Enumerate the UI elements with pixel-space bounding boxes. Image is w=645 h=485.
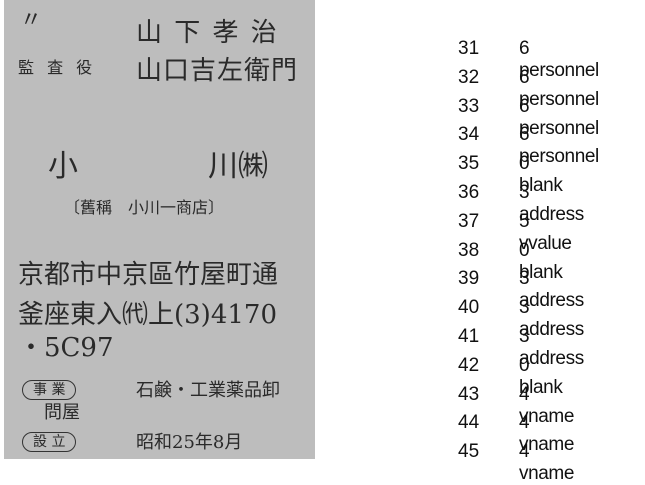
line-index: 45 <box>458 441 480 463</box>
line-index: 35 <box>458 153 480 175</box>
line-index: 41 <box>458 325 480 347</box>
address-line: 釜座東入㈹上(3)4170 <box>18 300 277 330</box>
address-line: ・5C97 <box>18 333 114 363</box>
line-index: 42 <box>458 354 480 376</box>
line-index: 31 <box>458 38 480 59</box>
line-index: 33 <box>458 95 480 117</box>
line-index: 43 <box>458 383 480 405</box>
line-index: 39 <box>458 268 480 290</box>
personnel-name: 山 下 孝 治 <box>136 18 279 48</box>
company-name-right: 川㈱ <box>208 149 268 184</box>
scanned-document-image: 〃 山 下 孝 治 監 査 役 山口吉左衛門 小 川㈱ 〔舊稱 小川一商店〕 京… <box>4 0 315 459</box>
line-index: 44 <box>458 412 480 434</box>
line-index: 36 <box>458 181 480 203</box>
line-index: 32 <box>458 66 480 88</box>
company-former-name: 〔舊稱 小川一商店〕 <box>64 198 225 217</box>
personnel-name: 山口吉左衛門 <box>136 56 299 86</box>
established-value: 昭和25年8月 <box>136 432 243 453</box>
line-label: 4 vname <box>519 441 575 485</box>
line-index: 38 <box>458 239 480 261</box>
established-tag: 設 立 <box>22 432 77 452</box>
address-line: 京都市中京區竹屋町通 <box>18 260 279 290</box>
business-tag: 事 業 <box>22 380 77 400</box>
line-index: 40 <box>458 297 480 319</box>
business-value-continuation: 問屋 <box>44 402 80 423</box>
line-index: 34 <box>458 124 480 146</box>
company-name-left: 小 <box>48 149 78 184</box>
business-value: 石鹸・工業薬品卸 <box>136 380 280 401</box>
line-index: 37 <box>458 210 480 232</box>
personnel-role: 監 査 役 <box>18 58 97 77</box>
ditto-mark: 〃 <box>20 8 43 33</box>
